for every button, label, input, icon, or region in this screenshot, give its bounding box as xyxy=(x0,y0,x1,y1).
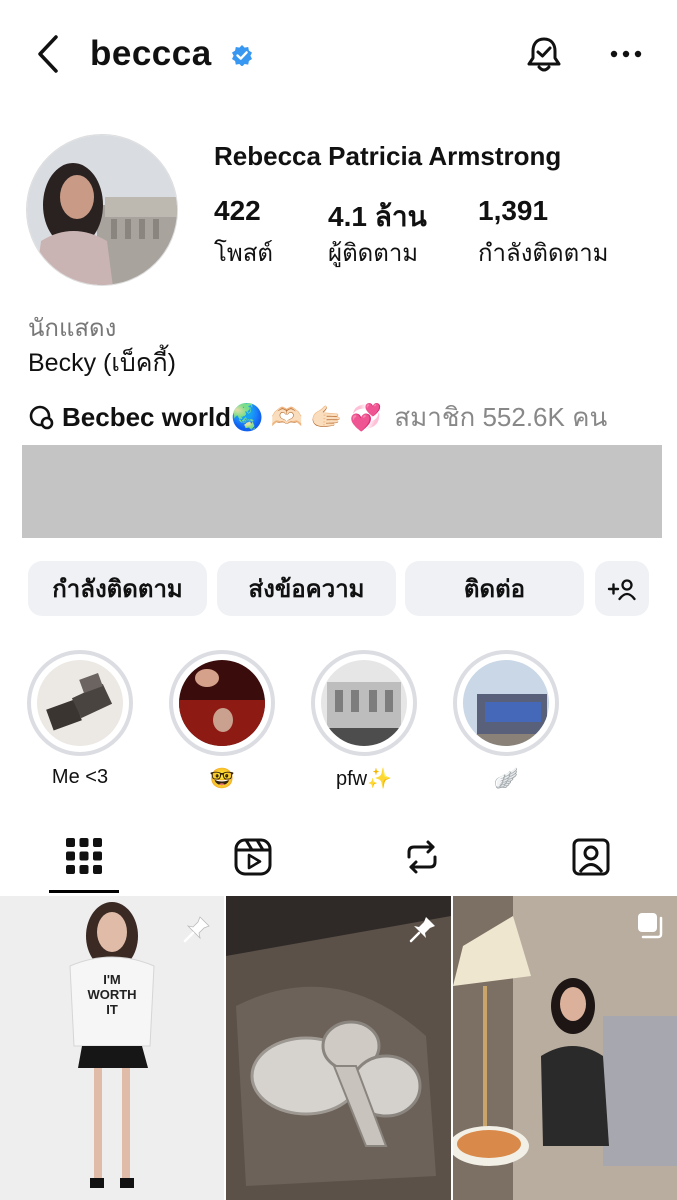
contact-button[interactable]: ติดต่อ xyxy=(405,561,584,616)
tagged-icon[interactable] xyxy=(571,837,611,877)
notification-bell-icon[interactable] xyxy=(524,34,564,74)
channel-icon xyxy=(29,405,54,429)
profile-bio: Becky (เบ็คกี้) xyxy=(28,349,176,377)
highlight-label: 🪽 xyxy=(493,768,519,790)
profile-username: beccca xyxy=(90,34,212,73)
active-tab-indicator xyxy=(49,890,119,893)
reels-icon[interactable] xyxy=(233,837,273,877)
add-person-icon xyxy=(607,578,636,600)
highlight-label: 🤓 xyxy=(209,768,235,790)
broadcast-channel[interactable]: Becbec world🌏 🫶🏻 🫱🏻 💞 สมาชิก 552.6K คน xyxy=(28,397,607,438)
message-button[interactable]: ส่งข้อความ xyxy=(217,561,396,616)
redacted-banner xyxy=(22,445,662,538)
posts-count[interactable]: 422 xyxy=(214,195,261,227)
carousel-icon xyxy=(638,913,663,939)
svg-text:I'M: I'M xyxy=(103,972,121,987)
more-options-icon[interactable] xyxy=(609,40,643,68)
following-count[interactable]: 1,391 xyxy=(478,195,548,227)
post-thumbnail[interactable] xyxy=(453,896,677,1200)
profile-avatar[interactable] xyxy=(26,134,178,286)
profile-category: นักแสดง xyxy=(28,315,117,342)
highlight-pfw[interactable] xyxy=(311,650,417,756)
posts-label: โพสต์ xyxy=(214,240,273,267)
highlight-label: pfw✨ xyxy=(335,768,393,790)
svg-text:IT: IT xyxy=(106,1002,118,1017)
grid-icon[interactable] xyxy=(66,838,102,874)
highlight-wing[interactable] xyxy=(453,650,559,756)
channel-name: Becbec world🌏 🫶🏻 🫱🏻 💞 xyxy=(62,402,383,432)
highlight-me[interactable] xyxy=(27,650,133,756)
highlight-label: Me <3 xyxy=(51,766,109,788)
following-button[interactable]: กำลังติดตาม xyxy=(28,561,207,616)
back-chevron-icon[interactable] xyxy=(34,34,62,74)
highlight-nerd[interactable] xyxy=(169,650,275,756)
followers-label: ผู้ติดตาม xyxy=(328,240,419,267)
post-thumbnail[interactable]: I'M WORTH IT xyxy=(0,896,224,1200)
add-person-button[interactable] xyxy=(595,561,649,616)
post-thumbnail[interactable] xyxy=(226,896,451,1200)
verified-badge-icon xyxy=(232,45,252,66)
channel-members: สมาชิก 552.6K คน xyxy=(394,402,608,432)
pinned-icon xyxy=(183,916,210,943)
svg-text:WORTH: WORTH xyxy=(87,987,136,1002)
reposts-icon[interactable] xyxy=(402,837,442,877)
profile-full-name: Rebecca Patricia Armstrong xyxy=(214,141,562,171)
following-label: กำลังติดตาม xyxy=(478,240,609,267)
pinned-icon xyxy=(409,917,435,943)
